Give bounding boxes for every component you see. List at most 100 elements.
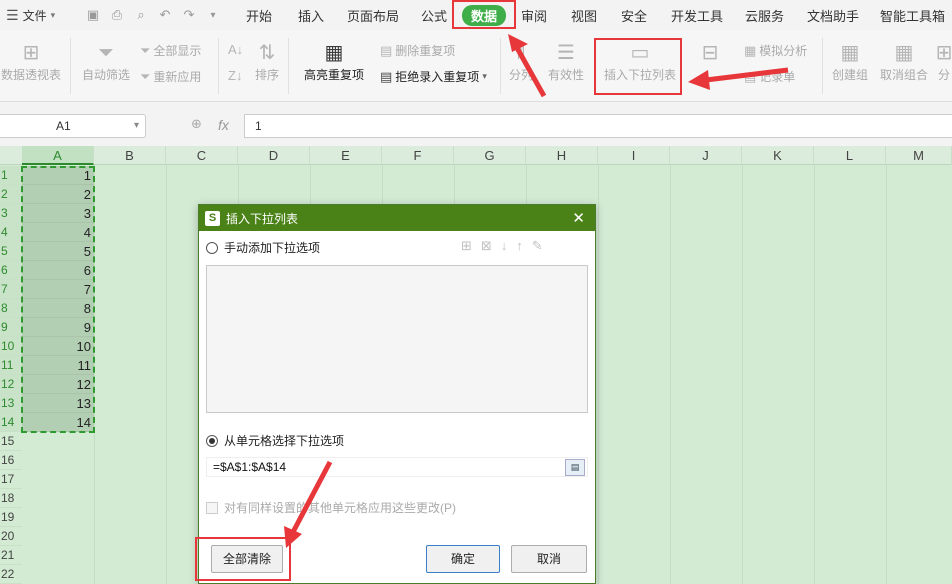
- column-header-d[interactable]: D: [238, 146, 310, 165]
- chevron-down-icon[interactable]: ▾: [134, 115, 139, 137]
- ungroup-button[interactable]: ▦ 取消组合: [878, 40, 930, 83]
- row-header-9[interactable]: 9: [0, 318, 22, 337]
- column-header-i[interactable]: I: [598, 146, 670, 165]
- range-input[interactable]: =$A$1:$A$14 ▤: [206, 457, 588, 477]
- row-header-16[interactable]: 16: [0, 451, 22, 470]
- move-up-icon[interactable]: ↑: [516, 238, 523, 254]
- column-header-e[interactable]: E: [310, 146, 382, 165]
- column-header-m[interactable]: M: [886, 146, 952, 165]
- reapply-button[interactable]: ⏷ 重新应用: [140, 68, 201, 85]
- undo-icon[interactable]: ↶: [156, 7, 174, 23]
- row-header-22[interactable]: 22: [0, 565, 22, 584]
- ok-button[interactable]: 确定: [426, 545, 500, 573]
- validity-icon: ☰: [557, 42, 575, 64]
- tab-developer[interactable]: 开发工具: [671, 6, 723, 25]
- save-icon[interactable]: ▣: [84, 7, 102, 23]
- column-header-j[interactable]: J: [670, 146, 742, 165]
- formula-input[interactable]: 1: [244, 114, 952, 138]
- dialog-titlebar[interactable]: S 插入下拉列表 ✕: [199, 205, 595, 231]
- sort-desc-button[interactable]: Z↓: [228, 68, 242, 83]
- tab-view[interactable]: 视图: [571, 6, 597, 25]
- column-header-k[interactable]: K: [742, 146, 814, 165]
- redo-icon[interactable]: ↷: [180, 7, 198, 23]
- print-preview-icon[interactable]: ⌕: [132, 7, 150, 23]
- row-header-12[interactable]: 12: [0, 375, 22, 394]
- sort-button[interactable]: ⇅ 排序: [250, 40, 284, 83]
- move-down-icon[interactable]: ↓: [501, 238, 508, 254]
- tab-home[interactable]: 开始: [246, 6, 272, 25]
- tab-cloud[interactable]: 云服务: [745, 6, 784, 25]
- show-all-label: 全部显示: [153, 44, 202, 58]
- add-item-icon[interactable]: ⊞: [461, 238, 472, 254]
- tab-page-layout[interactable]: 页面布局: [347, 6, 399, 25]
- highlight-duplicates-button[interactable]: ▦ 高亮重复项: [296, 40, 372, 83]
- merge-calc-button[interactable]: ⊟: [692, 40, 728, 66]
- column-header-g[interactable]: G: [454, 146, 526, 165]
- delete-item-icon[interactable]: ⊠: [481, 238, 492, 254]
- ribbon: ⊞ 数据透视表 ⏷ 自动筛选 ⏷ 全部显示 ⏷ 重新应用 A↓ Z↓ ⇅ 排序 …: [0, 30, 952, 102]
- file-menu[interactable]: ☰ 文件 ▾: [0, 7, 76, 24]
- fx-icon[interactable]: fx: [218, 117, 229, 133]
- row-header-21[interactable]: 21: [0, 546, 22, 565]
- tab-doc-assistant[interactable]: 文档助手: [807, 6, 859, 25]
- tab-insert[interactable]: 插入: [298, 6, 324, 25]
- subtotal-button[interactable]: ⊞ 分: [936, 40, 952, 83]
- row-header-4[interactable]: 4: [0, 223, 22, 242]
- select-all-corner[interactable]: [0, 146, 22, 165]
- row-header-7[interactable]: 7: [0, 280, 22, 299]
- split-column-button[interactable]: ⫴ 分列: [506, 40, 536, 83]
- range-select-icon[interactable]: ▤: [565, 459, 585, 476]
- what-if-analysis-button[interactable]: ▦ 模拟分析: [744, 42, 807, 59]
- row-header-3[interactable]: 3: [0, 204, 22, 223]
- cancel-button[interactable]: 取消: [511, 545, 587, 573]
- column-header-h[interactable]: H: [526, 146, 598, 165]
- show-all-button[interactable]: ⏷ 全部显示: [140, 42, 201, 59]
- checkbox-box: [206, 501, 218, 514]
- column-header-a[interactable]: A: [22, 146, 94, 165]
- record-form-button[interactable]: ▤ 记录单: [744, 68, 795, 85]
- row-header-8[interactable]: 8: [0, 299, 22, 318]
- row-header-17[interactable]: 17: [0, 470, 22, 489]
- row-header-13[interactable]: 13: [0, 394, 22, 413]
- radio-manual-options[interactable]: 手动添加下拉选项: [206, 239, 320, 256]
- row-header-19[interactable]: 19: [0, 508, 22, 527]
- row-header-15[interactable]: 15: [0, 432, 22, 451]
- sort-asc-button[interactable]: A↓: [228, 42, 243, 57]
- divider: [500, 38, 501, 94]
- row-header-5[interactable]: 5: [0, 242, 22, 261]
- row-header-1[interactable]: 1: [0, 166, 22, 185]
- apply-same-checkbox[interactable]: 对有同样设置的其他单元格应用这些更改(P): [206, 499, 456, 516]
- tab-smart-toolbox[interactable]: 智能工具箱: [880, 6, 945, 25]
- customize-icon[interactable]: ▾: [204, 10, 222, 21]
- create-group-button[interactable]: ▦ 创建组: [830, 40, 870, 83]
- row-header-11[interactable]: 11: [0, 356, 22, 375]
- print-icon[interactable]: ⎙: [108, 7, 126, 23]
- column-header-f[interactable]: F: [382, 146, 454, 165]
- row-header-2[interactable]: 2: [0, 185, 22, 204]
- remove-duplicates-button[interactable]: ▤ 删除重复项: [380, 42, 455, 59]
- zoom-icon[interactable]: ⊕: [191, 116, 202, 132]
- subtotal-icon: ⊞: [936, 42, 952, 64]
- column-header-l[interactable]: L: [814, 146, 886, 165]
- validity-button[interactable]: ☰ 有效性: [544, 40, 588, 83]
- close-icon[interactable]: ✕: [572, 209, 585, 227]
- row-header-14[interactable]: 14: [0, 413, 22, 432]
- tab-security[interactable]: 安全: [621, 6, 647, 25]
- radio-from-cells[interactable]: 从单元格选择下拉选项: [206, 432, 344, 449]
- row-header-10[interactable]: 10: [0, 337, 22, 356]
- column-header-c[interactable]: C: [166, 146, 238, 165]
- pivot-table-button[interactable]: ⊞ 数据透视表: [0, 40, 62, 83]
- edit-icon[interactable]: ✎: [532, 238, 543, 254]
- column-header-b[interactable]: B: [94, 146, 166, 165]
- name-box[interactable]: A1 ▾: [0, 114, 146, 138]
- row-header-20[interactable]: 20: [0, 527, 22, 546]
- tab-review[interactable]: 审阅: [521, 6, 547, 25]
- row-header-6[interactable]: 6: [0, 261, 22, 280]
- analysis-icon: ▦: [744, 42, 757, 58]
- sort-label: 排序: [254, 68, 279, 82]
- reject-duplicates-button[interactable]: ▤ 拒绝录入重复项 ▾: [380, 68, 487, 85]
- row-header-18[interactable]: 18: [0, 489, 22, 508]
- autofilter-button[interactable]: ⏷ 自动筛选: [80, 40, 132, 83]
- tab-formulas[interactable]: 公式: [421, 6, 447, 25]
- options-listbox[interactable]: [206, 265, 588, 413]
